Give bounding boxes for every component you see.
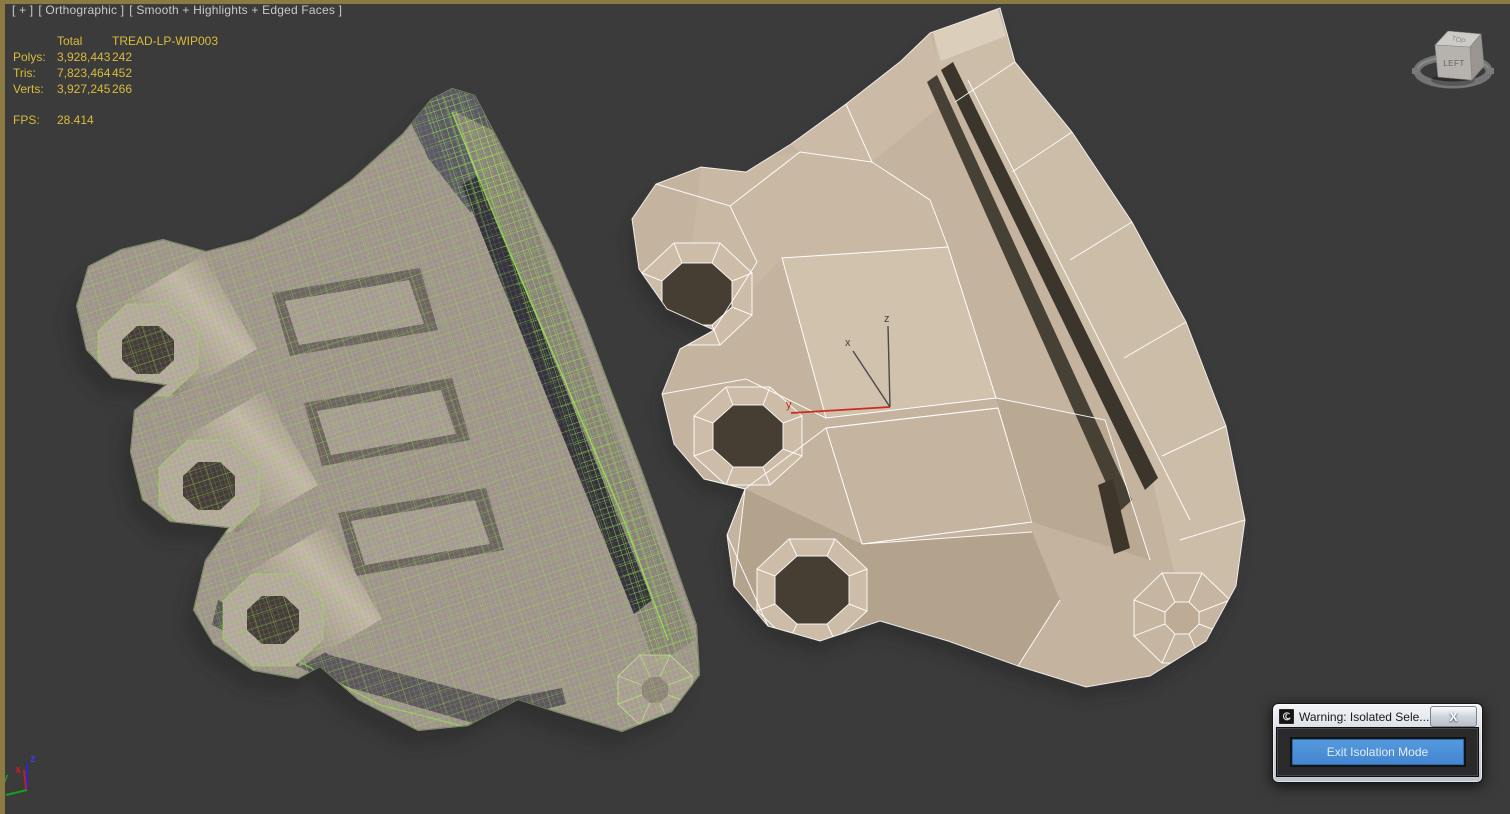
- octagon-hole: [774, 555, 850, 625]
- stats-label: Verts:: [13, 82, 44, 96]
- pivot-axis-y-label: y: [786, 399, 792, 411]
- viewport-shading-menu[interactable]: [ Smooth + Highlights + Edged Faces ]: [129, 3, 342, 17]
- fps-value: 28.414: [57, 113, 94, 127]
- lowpoly-model[interactable]: z x y: [628, 7, 1246, 699]
- viewport-border-top: [0, 0, 1510, 4]
- scene-canvas[interactable]: z x y TOP LEFT z x y: [0, 0, 1510, 814]
- stats-col-total: Total: [57, 34, 83, 48]
- max-logo-icon: [1279, 709, 1294, 724]
- viewport-general-menu[interactable]: [ + ]: [12, 3, 33, 17]
- world-axis-gizmo: z x y: [2, 753, 36, 796]
- stats-overlay: Total TREAD-LP-WIP003 Polys: 3,928,443 2…: [13, 33, 218, 128]
- fps-label: FPS:: [13, 113, 40, 127]
- pivot-axis-x-label: x: [845, 337, 851, 349]
- close-icon: X: [1449, 709, 1458, 724]
- stats-label: Tris:: [13, 66, 36, 80]
- stats-total-value: 3,927,245: [57, 82, 111, 96]
- lowpoly-endcap: [1133, 572, 1231, 664]
- exit-isolation-mode-button[interactable]: Exit Isolation Mode: [1289, 737, 1466, 767]
- warning-dialog: Warning: Isolated Sele... X Exit Isolati…: [1272, 703, 1483, 783]
- world-axis-z-label: z: [30, 753, 36, 765]
- world-axis-x-label: x: [15, 764, 22, 776]
- viewcube-front-label: LEFT: [1443, 59, 1465, 68]
- 3d-viewport[interactable]: z x y TOP LEFT z x y [ + ] [ Orthographi…: [0, 0, 1510, 814]
- octagon-hole: [712, 404, 784, 468]
- viewport-pov-menu[interactable]: [ Orthographic ]: [38, 3, 124, 17]
- viewport-border-left: [0, 0, 5, 814]
- close-button[interactable]: X: [1430, 706, 1477, 727]
- highpoly-wireframe-overlay: [76, 88, 700, 732]
- highpoly-model[interactable]: [66, 88, 700, 748]
- stats-col-object: TREAD-LP-WIP003: [112, 34, 219, 48]
- pivot-axis-z-label: z: [884, 313, 890, 325]
- stats-header-row: Total TREAD-LP-WIP003: [13, 33, 218, 49]
- dialog-titlebar[interactable]: Warning: Isolated Sele... X: [1276, 706, 1479, 727]
- stats-row-verts: Verts: 3,927,245 266: [13, 81, 218, 97]
- viewport-label: [ + ] [ Orthographic ] [ Smooth + Highli…: [12, 3, 342, 17]
- stats-total-value: 7,823,464: [57, 66, 111, 80]
- stats-object-value: 242: [112, 50, 133, 64]
- stats-object-value: 266: [112, 82, 133, 96]
- stats-label: Polys:: [13, 50, 46, 64]
- stats-row-fps: FPS: 28.414: [13, 112, 218, 128]
- stats-object-value: 452: [112, 66, 133, 80]
- viewcube[interactable]: TOP LEFT: [1412, 30, 1494, 89]
- dialog-body: Exit Isolation Mode: [1276, 727, 1479, 777]
- stats-row-tris: Tris: 7,823,464 452: [13, 65, 218, 81]
- stats-row-polys: Polys: 3,928,443 242: [13, 49, 218, 65]
- stats-total-value: 3,928,443: [57, 50, 111, 64]
